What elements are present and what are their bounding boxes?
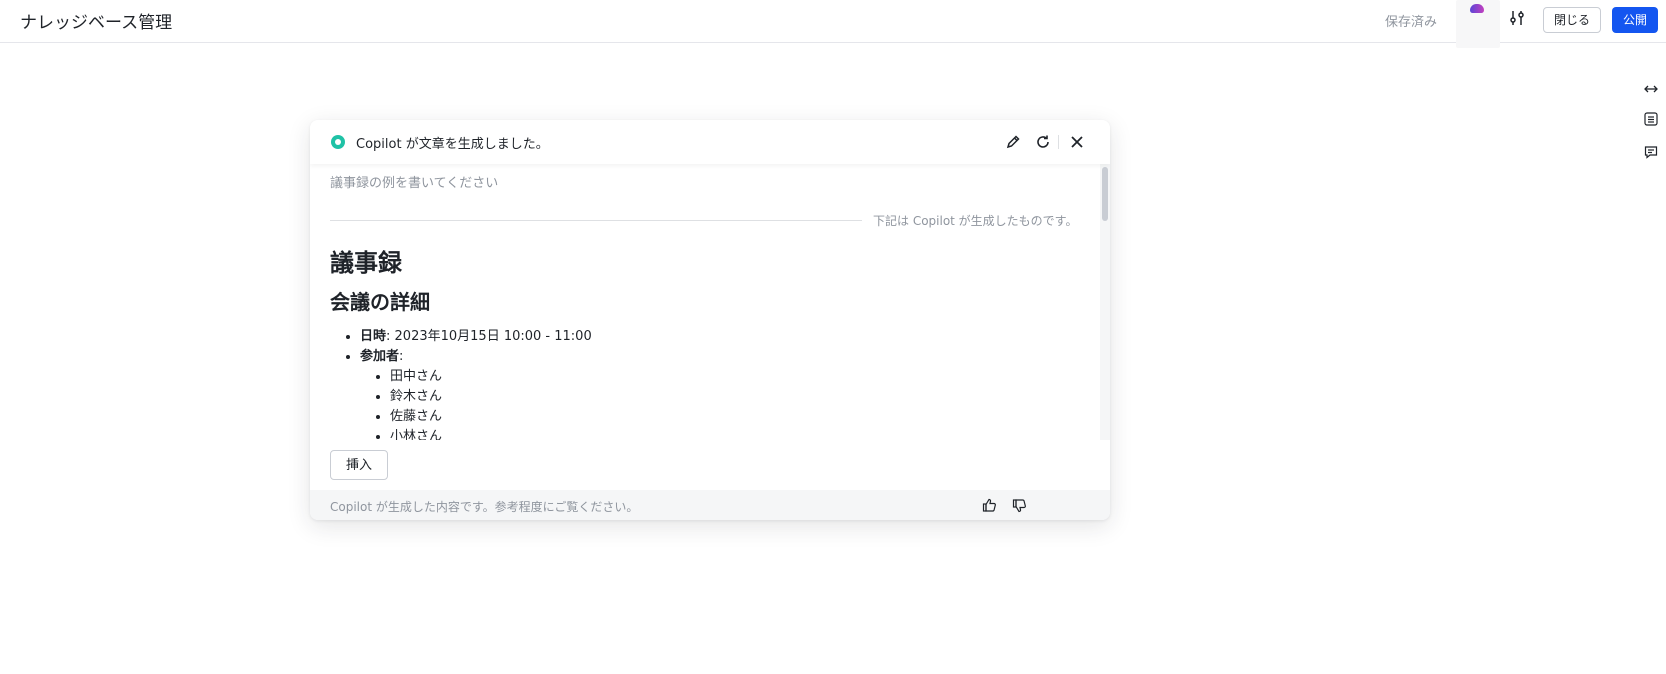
sliders-icon <box>1508 9 1526 31</box>
document-subheading: 会議の詳細 <box>330 290 430 314</box>
datetime-label: 日時 <box>360 329 387 344</box>
header-separator <box>1058 135 1059 149</box>
expand-width-icon[interactable] <box>1642 80 1660 98</box>
divider-caption: 下記は Copilot が生成したものです。 <box>873 214 1078 228</box>
scrollbar-thumb[interactable] <box>1102 167 1108 221</box>
copilot-header: Copilot が文章を生成しました。 <box>310 120 1110 164</box>
list-item: 鈴木さん <box>390 387 592 407</box>
prompt-text: 議事録の例を書いてください <box>330 176 499 191</box>
disclaimer-text: Copilot が生成した内容です。参考程度にご覧ください。 <box>330 500 639 514</box>
publish-button[interactable]: 公開 <box>1612 7 1659 33</box>
copilot-content[interactable]: 議事録の例を書いてください 下記は Copilot が生成したものです。 議事録… <box>310 164 1100 440</box>
close-icon[interactable] <box>1067 132 1087 152</box>
list-item: 参加者: 田中さん 鈴木さん 佐藤さん 小林さん <box>360 347 592 440</box>
document-list: 日時: 2023年10月15日 10:00 - 11:00 参加者: 田中さん … <box>360 327 592 440</box>
copilot-title: Copilot が文章を生成しました。 <box>356 137 549 152</box>
insert-button[interactable]: 挿入 <box>330 450 389 480</box>
comment-icon[interactable] <box>1642 143 1660 161</box>
refresh-icon[interactable] <box>1033 132 1053 152</box>
datetime-value: : 2023年10月15日 10:00 - 11:00 <box>386 329 592 344</box>
avatar[interactable] <box>1456 0 1500 48</box>
page-title: ナレッジベース管理 <box>20 13 173 33</box>
scrollbar[interactable] <box>1100 164 1110 440</box>
list-item: 佐藤さん <box>390 407 592 427</box>
divider <box>330 220 862 221</box>
top-header: ナレッジベース管理 保存済み 閉じる 公開 <box>0 0 1666 48</box>
attendees-label: 参加者 <box>360 349 400 364</box>
document-heading: 議事録 <box>330 249 402 277</box>
saved-status: 保存済み <box>1385 15 1438 30</box>
table-of-contents-icon[interactable] <box>1642 110 1660 128</box>
copilot-panel: Copilot が文章を生成しました。 議事録の例を書いてください 下記は Co… <box>310 120 1110 520</box>
attendees-list: 田中さん 鈴木さん 佐藤さん 小林さん <box>360 367 592 440</box>
edit-icon[interactable] <box>1003 132 1023 152</box>
attendees-suffix: : <box>399 349 404 364</box>
copilot-footer: Copilot が生成した内容です。参考程度にご覧ください。 <box>310 490 1110 520</box>
thumbs-down-icon[interactable] <box>1010 496 1028 514</box>
close-button[interactable]: 閉じる <box>1543 7 1602 33</box>
list-item: 小林さん <box>390 427 592 440</box>
copilot-status-icon <box>331 135 345 149</box>
avatar-image <box>1470 4 1484 13</box>
list-item: 田中さん <box>390 367 592 387</box>
list-item: 日時: 2023年10月15日 10:00 - 11:00 <box>360 327 592 347</box>
thumbs-up-icon[interactable] <box>980 496 998 514</box>
settings-button[interactable] <box>1506 9 1528 31</box>
